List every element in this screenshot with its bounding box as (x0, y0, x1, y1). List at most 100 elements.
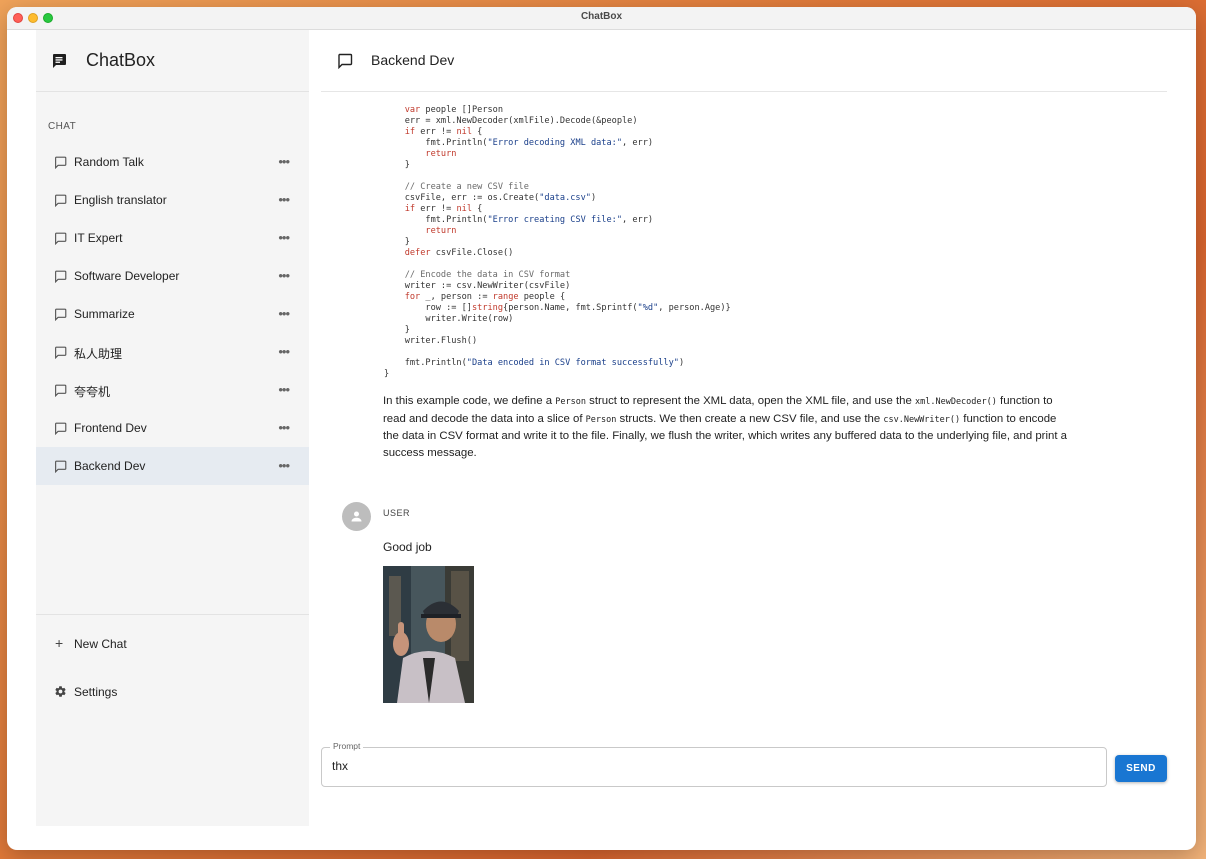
code-token: defer (404, 248, 431, 258)
code-token: nil (456, 204, 472, 214)
sidebar-item-session[interactable]: Random Talk ••• (36, 143, 309, 181)
code-token: var (404, 105, 421, 115)
window-title: ChatBox (580, 11, 623, 22)
prompt-field[interactable]: Prompt (321, 741, 1107, 787)
code-token: return (425, 149, 457, 159)
chat-bubble-icon (55, 156, 67, 169)
new-chat-label: New Chat (74, 637, 127, 651)
code-token: err != (415, 204, 457, 214)
code-token: } (384, 237, 410, 247)
sidebar-item-session[interactable]: Backend Dev ••• (36, 447, 309, 485)
more-options-icon[interactable]: ••• (278, 230, 290, 245)
sidebar-item-session[interactable]: Summarize ••• (36, 295, 309, 333)
main-panel: Backend Dev var people []Person err = xm… (309, 30, 1196, 850)
more-options-icon[interactable]: ••• (278, 268, 290, 283)
code-token: err = xml.NewDecoder(xmlFile).Decode(&pe… (384, 116, 638, 126)
inline-code: csv.NewWriter() (883, 414, 961, 425)
user-message-text: Good job (383, 540, 432, 554)
more-options-icon[interactable]: ••• (278, 382, 290, 397)
chat-bubble-icon (55, 270, 67, 283)
new-chat-button[interactable]: + New Chat (36, 630, 309, 660)
code-token: "%d" (637, 303, 659, 313)
code-token: csvFile, err := os.Create( (384, 193, 540, 203)
assistant-explanation: In this example code, we define a Person… (383, 393, 1068, 461)
code-token: writer.Flush() (384, 336, 478, 346)
code-token: fmt.Println( (384, 215, 488, 225)
explanation-text: In this example code, we define a (383, 395, 556, 407)
explanation-text: struct to represent the XML data, open t… (585, 395, 915, 407)
prompt-input[interactable] (332, 759, 1092, 773)
code-token: people []Person (420, 105, 504, 115)
app-window: ChatBox ChatBox CHAT Random Talk ••• Engli… (7, 7, 1196, 850)
message-list: var people []Person err = xml.NewDecoder… (321, 92, 1167, 737)
more-options-icon[interactable]: ••• (278, 306, 290, 321)
chat-bubble-icon (55, 194, 67, 207)
code-token: "Error creating CSV file:" (487, 215, 623, 225)
more-options-icon[interactable]: ••• (278, 192, 290, 207)
code-token: } (384, 160, 410, 170)
more-options-icon[interactable]: ••• (278, 420, 290, 435)
sidebar-item-session[interactable]: Frontend Dev ••• (36, 409, 309, 447)
send-button[interactable]: SEND (1115, 755, 1167, 782)
code-token: { (472, 127, 483, 137)
sidebar-item-session[interactable]: 夸夸机 ••• (36, 371, 309, 409)
inline-code: xml.NewDecoder() (915, 397, 997, 407)
code-token: fmt.Println( (384, 138, 488, 148)
sidebar-item-session[interactable]: English translator ••• (36, 181, 309, 219)
code-token: nil (456, 127, 472, 137)
sidebar-item-session[interactable]: Software Developer ••• (36, 257, 309, 295)
chat-app-icon (53, 54, 66, 68)
code-token: // Create a new CSV file (404, 182, 529, 192)
more-options-icon[interactable]: ••• (278, 154, 290, 169)
code-token: fmt.Println( (384, 358, 467, 368)
chat-bubble-icon (55, 384, 67, 397)
more-options-icon[interactable]: ••• (278, 344, 290, 359)
code-token: if (404, 127, 416, 137)
session-label: Software Developer (74, 269, 180, 283)
code-token: "Error decoding XML data:" (487, 138, 623, 148)
settings-button[interactable]: Settings (36, 678, 309, 708)
more-options-icon[interactable]: ••• (278, 458, 290, 473)
chat-title: Backend Dev (371, 52, 455, 68)
code-token: } (384, 325, 410, 335)
chat-bubble-icon (55, 460, 67, 473)
inline-code: Person (585, 414, 617, 425)
code-block: var people []Person err = xml.NewDecoder… (384, 105, 731, 380)
message-role-label: USER (383, 508, 411, 518)
code-token: err != (415, 127, 457, 137)
photo-man-thumbs-up (383, 566, 474, 703)
code-token: return (425, 226, 457, 236)
sidebar-item-session[interactable]: 私人助理 ••• (36, 333, 309, 371)
code-token: "Data encoded in CSV format successfully… (466, 358, 679, 368)
session-label: IT Expert (74, 231, 123, 245)
prompt-label: Prompt (330, 741, 364, 751)
code-token: // Encode the data in CSV format (404, 270, 571, 280)
code-token: string (471, 303, 504, 313)
code-token: "data.csv" (539, 193, 591, 203)
attached-photo[interactable] (383, 566, 474, 703)
session-label: English translator (74, 193, 167, 207)
sidebar-item-session[interactable]: IT Expert ••• (36, 219, 309, 257)
settings-label: Settings (74, 685, 118, 699)
chat-bubble-icon (55, 308, 67, 321)
code-token: people { (518, 292, 566, 302)
sidebar: ChatBox CHAT Random Talk ••• English trans… (36, 30, 309, 826)
session-label: Random Talk (74, 155, 144, 169)
code-token: _, person := (420, 292, 493, 302)
plus-icon: + (55, 635, 64, 651)
explanation-text: structs. We then create a new CSV file, … (616, 412, 884, 425)
session-label: Frontend Dev (74, 421, 147, 435)
code-token: ) (678, 358, 685, 368)
chat-bubble-icon (338, 53, 353, 69)
chat-header: Backend Dev (321, 30, 1167, 92)
code-token: { (472, 204, 483, 214)
chat-bubble-icon (55, 232, 67, 245)
title-bar: ChatBox (7, 7, 1196, 30)
chat-bubble-icon (55, 422, 67, 435)
